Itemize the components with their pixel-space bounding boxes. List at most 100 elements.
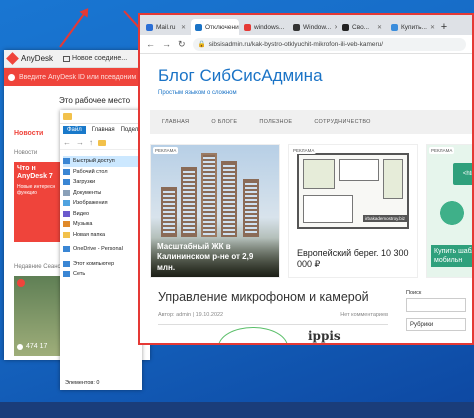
explorer-window: Файл Главная Поделиться ← → ↑ Быстрый до… bbox=[60, 110, 154, 390]
web-page: Блог СибСисАдмина Простым языком о сложн… bbox=[140, 54, 472, 343]
ad-screen: <html> bbox=[453, 163, 472, 185]
tree-item-label: Видео bbox=[73, 210, 90, 217]
site-sidebar: Поиск Рубрики bbox=[400, 288, 472, 343]
back-arrow-icon[interactable]: ← bbox=[146, 39, 155, 49]
network-icon bbox=[63, 271, 70, 278]
close-tab-icon[interactable]: ✕ bbox=[430, 24, 435, 31]
tree-item[interactable]: Документы bbox=[63, 188, 142, 199]
forward-arrow-icon[interactable]: → bbox=[76, 138, 84, 147]
anydesk-tab-new-connection[interactable]: Новое соедине... bbox=[63, 55, 127, 62]
building-image bbox=[221, 161, 237, 237]
post-author: Автор: admin | 19.10.2022 bbox=[158, 312, 224, 318]
site-title[interactable]: Блог СибСисАдмина bbox=[158, 66, 323, 86]
star-icon bbox=[63, 158, 70, 165]
tree-item[interactable]: Быстрый доступ bbox=[63, 156, 140, 167]
plan-room bbox=[383, 159, 403, 199]
explorer-tree: Быстрый доступ Рабочий стол Загрузки Докуме… bbox=[60, 150, 142, 280]
new-tab-button[interactable]: + bbox=[436, 19, 452, 35]
tab-favicon-icon bbox=[146, 23, 153, 31]
browser-tab[interactable]: Mail.ru ✕ bbox=[142, 19, 190, 35]
sidebar-search-input[interactable] bbox=[406, 298, 466, 312]
anydesk-titlebar: AnyDesk Новое соедине... bbox=[4, 50, 150, 68]
anydesk-promo-card[interactable]: Что н AnyDesk 7 Новые интересн функцио bbox=[14, 162, 64, 242]
tree-item[interactable]: Музыка bbox=[63, 219, 142, 230]
ad-card[interactable]: РЕКЛАМА <html> Купить шабл с мобильн bbox=[426, 144, 472, 278]
anydesk-address-bar[interactable]: Введите AnyDesk ID или псевдоним bbox=[4, 68, 150, 86]
browser-tab[interactable]: windows...✕ bbox=[240, 19, 288, 35]
ad-badge: РЕКЛАМА bbox=[291, 147, 317, 154]
browser-tab[interactable]: Купить... ✕ bbox=[387, 19, 435, 35]
folder-icon bbox=[63, 113, 72, 120]
building-image bbox=[243, 179, 259, 237]
close-tab-icon[interactable]: ✕ bbox=[377, 24, 382, 31]
post-author-text: Автор: admin bbox=[158, 312, 192, 318]
plan-room bbox=[303, 195, 353, 223]
browser-tab[interactable]: Window...✕ bbox=[289, 19, 337, 35]
ribbon-tab-home[interactable]: Главная bbox=[92, 127, 115, 133]
ad-watermark: irbakademostroy.biz bbox=[363, 215, 407, 222]
tree-item[interactable]: Этот компьютер bbox=[63, 259, 142, 270]
anydesk-recent-session[interactable]: 474 17 bbox=[14, 276, 64, 356]
tree-item[interactable]: Новая папка bbox=[63, 230, 142, 241]
tab-favicon-icon bbox=[244, 23, 251, 31]
close-tab-icon[interactable]: ✕ bbox=[334, 24, 337, 31]
tab-favicon-icon bbox=[195, 23, 202, 31]
tree-item[interactable]: Рабочий стол bbox=[63, 167, 142, 178]
tree-item[interactable]: OneDrive - Personal bbox=[63, 244, 142, 255]
ad-caption: Масштабный ЖК в Калининском р-не от 2,9 … bbox=[151, 237, 279, 277]
taskbar bbox=[0, 402, 474, 418]
forward-arrow-icon[interactable]: → bbox=[162, 39, 171, 49]
up-arrow-icon[interactable]: ↑ bbox=[89, 138, 93, 147]
site-tagline: Простым языком о сложном bbox=[158, 90, 237, 96]
anydesk-address-placeholder[interactable]: Введите AnyDesk ID или псевдоним bbox=[19, 74, 136, 81]
back-arrow-icon[interactable]: ← bbox=[63, 138, 71, 147]
plan-room bbox=[339, 159, 379, 181]
video-icon bbox=[63, 210, 70, 217]
ad-card[interactable]: РЕКЛАМА irbakademostroy.biz Европейский … bbox=[288, 144, 418, 278]
ad-card[interactable]: РЕКЛАМА Масштабный ЖК в Калининском р-не… bbox=[150, 144, 280, 278]
close-tab-icon[interactable]: ✕ bbox=[287, 24, 288, 31]
browser-tab[interactable]: Сво... ✕ bbox=[338, 19, 386, 35]
tree-item[interactable]: Сеть bbox=[63, 269, 142, 280]
music-icon bbox=[63, 221, 70, 228]
post-comments[interactable]: Нет комментариев bbox=[340, 312, 388, 318]
anydesk-workplace-heading: Это рабочее место bbox=[59, 96, 131, 105]
anydesk-tab-label: Новое соедине... bbox=[72, 55, 128, 62]
sidebar-category-select[interactable]: Рубрики bbox=[406, 318, 466, 331]
site-menu: ГЛАВНАЯ О БЛОГЕ ПОЛЕЗНОЕ СОТРУДНИЧЕСТВО bbox=[150, 110, 472, 134]
tree-item[interactable]: Изображения bbox=[63, 198, 142, 209]
plant-image bbox=[435, 197, 469, 237]
anydesk-status-icon bbox=[8, 73, 15, 81]
menu-item-about[interactable]: О БЛОГЕ bbox=[211, 119, 237, 125]
ad-caption: Купить шабл с мобильн bbox=[431, 244, 472, 267]
tree-item-label: Быстрый доступ bbox=[73, 158, 115, 165]
close-tab-icon[interactable]: ✕ bbox=[181, 24, 186, 31]
cloud-icon bbox=[63, 246, 70, 253]
anydesk-news-title: Новости bbox=[14, 130, 44, 137]
browser-toolbar: ← → ↻ 🔒 sibsisadmin.ru/kak-bystro-otklyu… bbox=[140, 35, 472, 54]
browser-tab-label: Купить... bbox=[401, 23, 427, 31]
tree-item[interactable]: Загрузки bbox=[63, 177, 142, 188]
tree-item[interactable]: Видео bbox=[63, 209, 142, 220]
menu-item-useful[interactable]: ПОЛЕЗНОЕ bbox=[259, 119, 292, 125]
post-title[interactable]: Управление микрофоном и камерой bbox=[158, 290, 369, 304]
post-image-circle bbox=[218, 327, 288, 343]
menu-item-home[interactable]: ГЛАВНАЯ bbox=[162, 119, 189, 125]
recent-session-id: 474 17 bbox=[26, 343, 48, 350]
post-date: 19.10.2022 bbox=[195, 312, 224, 318]
download-icon bbox=[63, 179, 70, 186]
plan-room bbox=[303, 159, 335, 189]
folder-icon bbox=[98, 139, 106, 146]
online-status-icon bbox=[17, 344, 23, 350]
ribbon-tab-file[interactable]: Файл bbox=[63, 126, 86, 134]
address-url: sibsisadmin.ru/kak-bystro-otklyuchit-mik… bbox=[208, 40, 384, 48]
explorer-nav: ← → ↑ bbox=[60, 136, 142, 150]
browser-tab-label: Отключение... bbox=[205, 23, 239, 31]
reload-icon[interactable]: ↻ bbox=[178, 39, 186, 50]
address-bar[interactable]: 🔒 sibsisadmin.ru/kak-bystro-otklyuchit-m… bbox=[192, 37, 466, 51]
post-image-logo: ippis bbox=[308, 329, 341, 343]
tab-favicon-icon bbox=[293, 23, 300, 31]
menu-item-cooperation[interactable]: СОТРУДНИЧЕСТВО bbox=[314, 119, 370, 125]
tab-favicon-icon bbox=[391, 23, 398, 31]
browser-tab[interactable]: Отключение...✕ bbox=[191, 19, 239, 35]
